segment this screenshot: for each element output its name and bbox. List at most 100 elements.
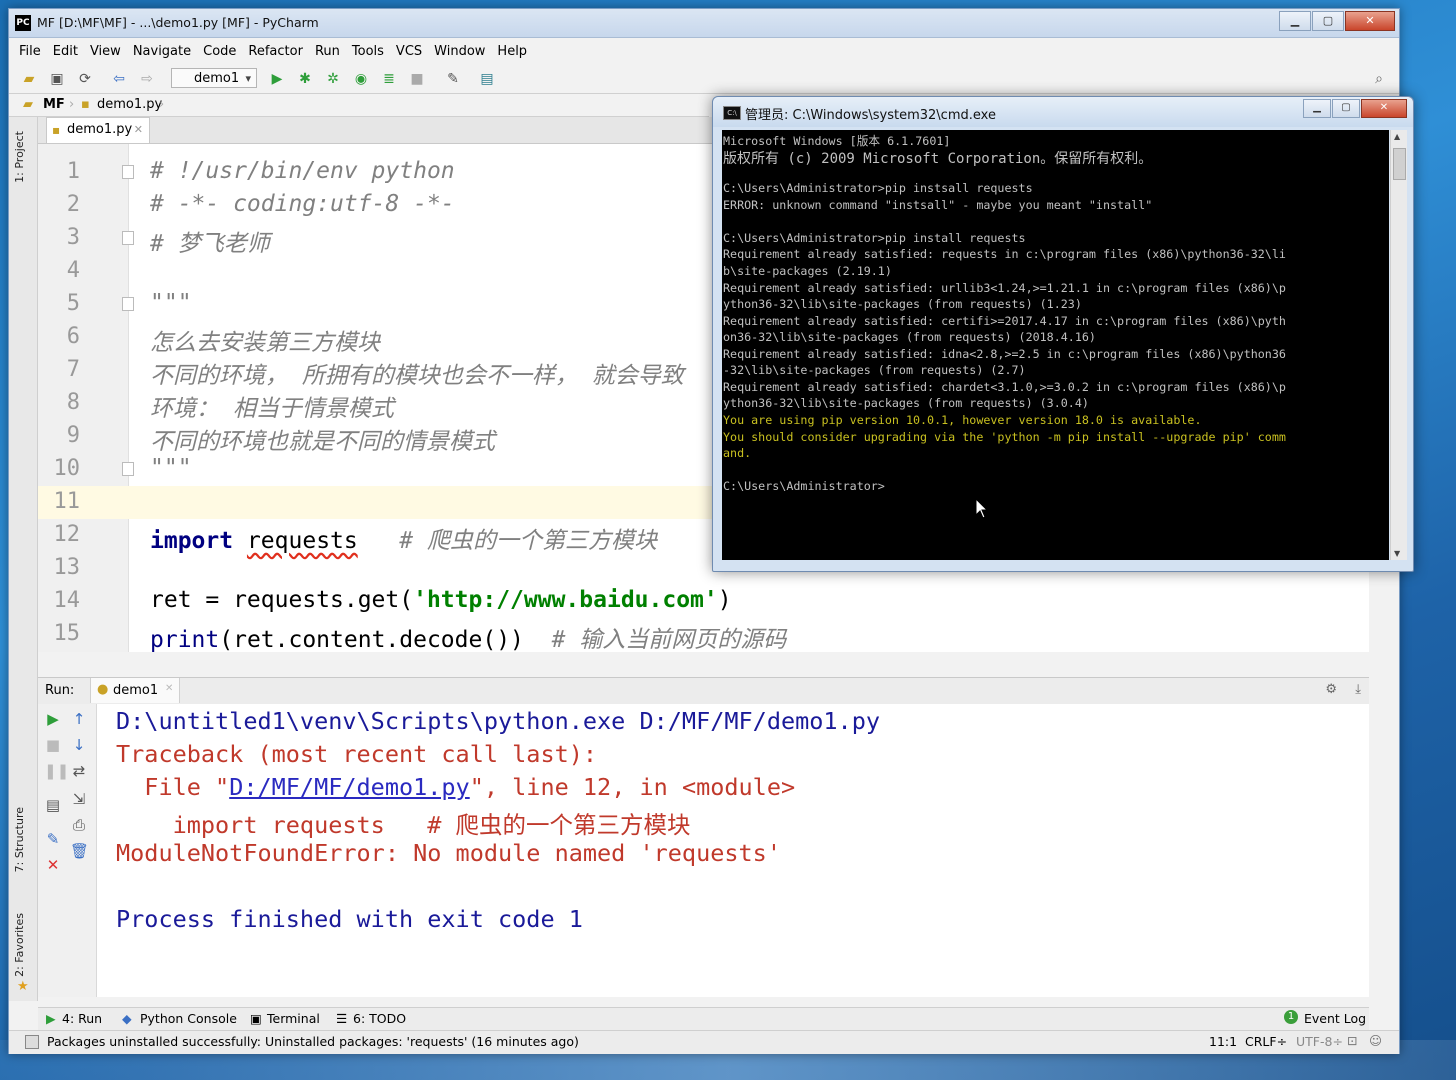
code-text: import requests # 爬虫的一个第三方模块 [150, 521, 657, 555]
menu-help[interactable]: Help [497, 41, 527, 63]
console-import-line: import requests # 爬虫的一个第三方模块 [116, 811, 691, 839]
debug-icon[interactable]: ✱ [297, 71, 313, 87]
fold-marker-icon[interactable] [122, 297, 134, 311]
file-encoding[interactable]: UTF-8÷ [1296, 1034, 1343, 1049]
run-tool-tab[interactable]: 4: Run [62, 1011, 102, 1026]
inspector-icon[interactable]: ☺ [1369, 1033, 1382, 1048]
hide-panel-icon[interactable]: ⤓ [1355, 682, 1361, 697]
menu-vcs[interactable]: VCS [396, 41, 422, 63]
line-number: 2 [66, 192, 80, 217]
code-line: 14 ret = requests.get('http://www.baidu.… [38, 585, 1369, 618]
favorites-tool-tab[interactable]: 2: Favorites [13, 913, 26, 977]
menu-tools[interactable]: Tools [352, 41, 384, 63]
run-tab-demo1[interactable]: ● demo1 ✕ [90, 678, 180, 703]
cmd-line: on36-32\lib\site-packages (from requests… [723, 330, 1096, 344]
run-configuration-dropdown[interactable]: demo1 [171, 68, 257, 89]
maximize-button[interactable]: ▢ [1312, 11, 1344, 31]
cmd-window-title: 管理员: C:\Windows\system32\cmd.exe [745, 108, 996, 123]
event-log-tab[interactable]: Event Log [1304, 1011, 1366, 1026]
event-log-badge: 1 [1284, 1010, 1298, 1024]
save-icon[interactable]: ▣ [49, 71, 65, 87]
run-console[interactable]: ▶ ↑ ■ ↓ ❚❚ ⇄ ▤ ⇲ ⎙ ✎ 🗑 ✕ D:\untitled1\ve… [38, 704, 1369, 997]
menu-file[interactable]: File [19, 41, 41, 63]
console-file-prefix: File " [116, 773, 230, 801]
pycharm-titlebar[interactable]: PC MF [D:\MF\MF] - ...\demo1.py [MF] - P… [9, 9, 1399, 38]
menu-edit[interactable]: Edit [53, 41, 78, 63]
search-everywhere-icon[interactable]: ⌕ [1371, 71, 1387, 87]
stop-icon[interactable]: ■ [44, 736, 62, 754]
cmd-prompt[interactable]: C:\Users\Administrator> [723, 479, 885, 493]
run-icon[interactable]: ▶ [269, 71, 285, 87]
fold-marker-icon[interactable] [122, 165, 134, 179]
python-console-tab[interactable]: Python Console [140, 1011, 237, 1026]
forward-arrow-icon[interactable]: ⇨ [139, 71, 155, 87]
fold-marker-icon[interactable] [122, 231, 134, 245]
cmd-titlebar[interactable]: C:\ 管理员: C:\Windows\system32\cmd.exe ▁ ▢… [713, 97, 1413, 127]
stop-icon[interactable]: ■ [409, 71, 425, 87]
minimize-button[interactable]: ▁ [1279, 11, 1311, 31]
sync-icon[interactable]: ⟳ [77, 71, 93, 87]
soft-wrap-icon[interactable]: ⇄ [70, 762, 88, 780]
settings-wrench-icon[interactable]: ✎ [445, 71, 461, 87]
breadcrumb-file[interactable]: demo1.py [97, 97, 162, 112]
lock-icon[interactable]: ⊡ [1347, 1033, 1357, 1048]
scroll-up-icon[interactable]: ↑ [70, 710, 88, 728]
profile-icon[interactable]: ◉ [353, 71, 369, 87]
concurrency-icon[interactable]: ≣ [381, 71, 397, 87]
tool-windows-toggle-icon[interactable] [25, 1035, 39, 1049]
breadcrumb-project[interactable]: MF [43, 97, 65, 112]
breadcrumb-separator-icon: › [69, 97, 75, 112]
cmd-scrollbar-thumb[interactable] [1393, 148, 1406, 180]
line-number: 9 [66, 423, 80, 448]
menu-code[interactable]: Code [203, 41, 236, 63]
cmd-minimize-button[interactable]: ▁ [1303, 99, 1331, 118]
line-number: 15 [53, 621, 81, 646]
structure-tool-tab[interactable]: 7: Structure [13, 807, 26, 872]
close-run-tab-icon[interactable]: ✕ [165, 683, 173, 694]
menu-refactor[interactable]: Refactor [248, 41, 303, 63]
unresolved-module[interactable]: requests [247, 528, 358, 554]
code-text: """ [150, 290, 192, 316]
code-text: # -*- coding:utf-8 -*- [150, 191, 455, 217]
scroll-down-arrow-icon[interactable]: ▼ [1394, 549, 1400, 558]
code-text: 不同的环境， 所拥有的模块也会不一样， 就会导致 [150, 363, 684, 389]
menu-run[interactable]: Run [315, 41, 340, 63]
cmd-maximize-button[interactable]: ▢ [1332, 99, 1360, 118]
back-arrow-icon[interactable]: ⇦ [111, 71, 127, 87]
close-run-icon[interactable]: ✕ [44, 856, 62, 874]
gear-icon[interactable]: ⚙ [1325, 682, 1337, 697]
close-tab-icon[interactable]: ✕ [134, 118, 143, 142]
menu-view[interactable]: View [90, 41, 121, 63]
pause-icon[interactable]: ❚❚ [44, 762, 69, 780]
menu-window[interactable]: Window [434, 41, 485, 63]
fold-marker-icon[interactable] [122, 462, 134, 476]
rerun-icon[interactable]: ▶ [44, 710, 62, 728]
pin-tab-icon[interactable]: ✎ [44, 830, 62, 848]
line-separator[interactable]: CRLF÷ [1245, 1034, 1287, 1049]
coverage-icon[interactable]: ✲ [325, 71, 341, 87]
close-button[interactable]: ✕ [1345, 11, 1395, 31]
scroll-down-icon[interactable]: ↓ [70, 736, 88, 754]
status-message[interactable]: Packages uninstalled successfully: Unins… [47, 1034, 579, 1049]
terminal-tab[interactable]: Terminal [267, 1011, 320, 1026]
todo-tab[interactable]: 6: TODO [353, 1011, 406, 1026]
python-console-icon: ◆ [122, 1011, 132, 1026]
open-folder-icon[interactable]: ▰ [21, 71, 37, 87]
cmd-scrollbar[interactable]: ▲ ▼ [1390, 130, 1407, 560]
cmd-close-button[interactable]: ✕ [1361, 99, 1407, 118]
clear-all-icon[interactable]: 🗑 [70, 842, 89, 860]
project-tool-tab[interactable]: 1: Project [13, 131, 26, 183]
restore-layout-icon[interactable]: ▤ [44, 796, 62, 814]
scroll-to-end-icon[interactable]: ⇲ [70, 790, 88, 808]
menu-navigate[interactable]: Navigate [133, 41, 191, 63]
print-icon[interactable]: ⎙ [70, 816, 88, 834]
traceback-file-link[interactable]: D:/MF/MF/demo1.py [229, 773, 470, 801]
scroll-up-arrow-icon[interactable]: ▲ [1394, 132, 1400, 141]
keyword-import: import [150, 528, 234, 554]
project-structure-icon[interactable]: ▤ [479, 71, 495, 87]
editor-tab-demo1[interactable]: ▪ demo1.py ✕ [46, 117, 150, 143]
cmd-line: C:\Users\Administrator>pip install reque… [723, 231, 1026, 245]
cmd-line: Requirement already satisfied: requests … [723, 247, 1286, 261]
cmd-console[interactable]: Microsoft Windows [版本 6.1.7601] 版权所有 (c)… [722, 130, 1389, 560]
caret-position[interactable]: 11:1 [1209, 1034, 1237, 1049]
